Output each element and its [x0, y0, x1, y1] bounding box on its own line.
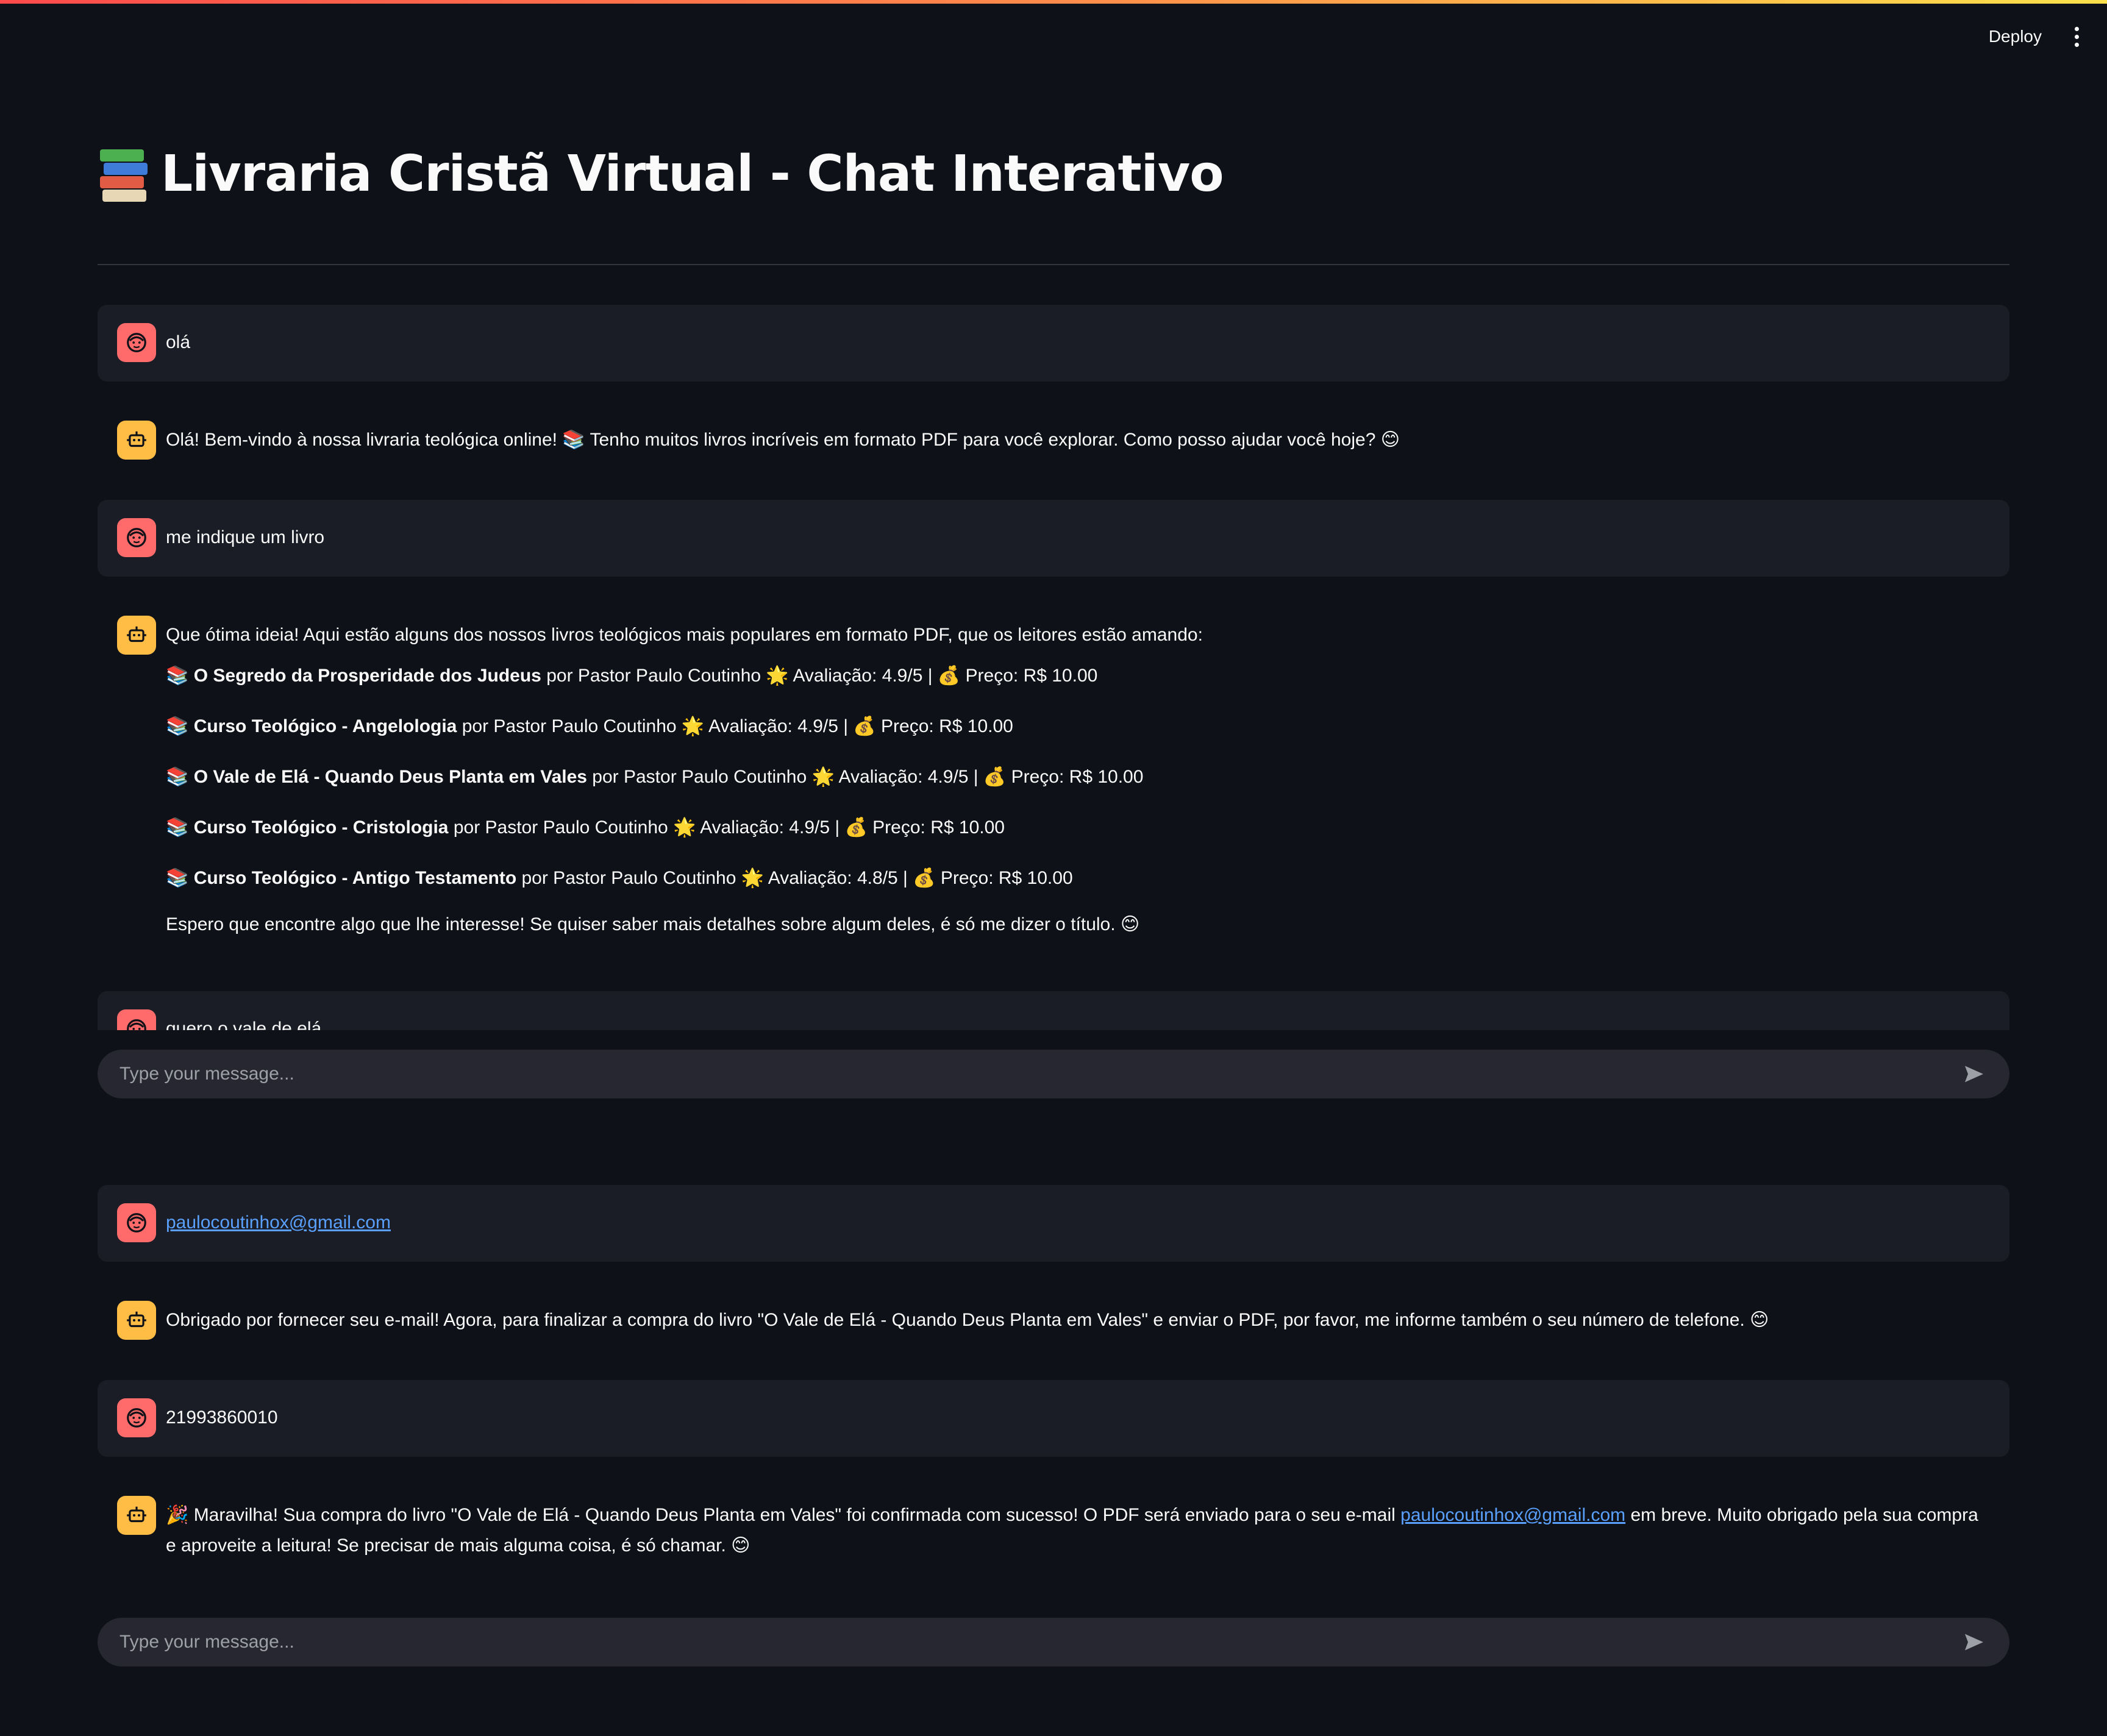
- user-avatar-icon: [117, 1009, 156, 1030]
- email-link[interactable]: paulocoutinhox@gmail.com: [166, 1212, 391, 1233]
- user-avatar-icon: [117, 1398, 156, 1437]
- book-title: O Segredo da Prosperidade dos Judeus: [193, 666, 541, 686]
- page-title-row: Livraria Cristã Virtual - Chat Interativ…: [98, 135, 1224, 212]
- user-avatar-icon: [117, 518, 156, 557]
- message-paragraph: Espero que encontre algo que lhe interes…: [166, 914, 1140, 934]
- header-toolbar: Deploy: [1983, 18, 2085, 55]
- message-input[interactable]: [118, 1063, 1956, 1085]
- message-text: paulocoutinhox@gmail.com: [166, 1203, 391, 1243]
- message-text: 🎉 Maravilha! Sua compra do livro "O Vale…: [166, 1496, 1990, 1567]
- book-details: por Pastor Paulo Coutinho 🌟 Avaliação: 4…: [448, 817, 1005, 838]
- book-title: Curso Teológico - Cristologia: [193, 817, 449, 838]
- message-text: olá: [166, 332, 191, 352]
- more-menu-icon[interactable]: [2069, 23, 2085, 51]
- message-segment: 🎉 Maravilha! Sua compra do livro "O Vale…: [166, 1505, 1401, 1525]
- chat-message-user: quero o vale de elá: [98, 991, 2009, 1030]
- send-icon[interactable]: [1956, 1056, 1992, 1092]
- message-text: me indique um livro: [166, 527, 325, 547]
- message-text: 21993860010: [166, 1407, 278, 1428]
- assistant-avatar-icon: [117, 616, 156, 655]
- send-icon[interactable]: [1956, 1624, 1992, 1660]
- book-recommendation: 📚 Curso Teológico - Antigo Testamento po…: [166, 868, 1073, 888]
- chat-input-bar: [98, 1618, 2009, 1667]
- chat-message-user: olá: [98, 305, 2009, 382]
- chat-message-user: paulocoutinhox@gmail.com: [98, 1185, 2009, 1262]
- assistant-avatar-icon: [117, 1496, 156, 1535]
- book-recommendation: 📚 O Segredo da Prosperidade dos Judeus p…: [166, 666, 1098, 686]
- message-input[interactable]: [118, 1631, 1956, 1653]
- book-title: O Vale de Elá - Quando Deus Planta em Va…: [193, 767, 587, 787]
- assistant-avatar-icon: [117, 421, 156, 460]
- book-title: Curso Teológico - Antigo Testamento: [193, 868, 517, 888]
- page-title: Livraria Cristã Virtual - Chat Interativ…: [161, 144, 1224, 203]
- chat-message-user: me indique um livro: [98, 500, 2009, 577]
- title-divider: [98, 264, 2009, 265]
- book-recommendation: 📚 Curso Teológico - Cristologia por Past…: [166, 817, 1005, 838]
- chat-message-assistant: Obrigado por fornecer seu e-mail! Agora,…: [98, 1282, 2009, 1359]
- user-avatar-icon: [117, 1203, 156, 1242]
- book-details: por Pastor Paulo Coutinho 🌟 Avaliação: 4…: [541, 666, 1098, 686]
- assistant-avatar-icon: [117, 1301, 156, 1340]
- message-paragraph: Que ótima ideia! Aqui estão alguns dos n…: [166, 625, 1203, 645]
- deploy-button[interactable]: Deploy: [1983, 22, 2048, 51]
- scroll-viewport-edge: quero o vale de elá: [98, 991, 2009, 1030]
- book-details: por Pastor Paulo Coutinho 🌟 Avaliação: 4…: [457, 716, 1013, 736]
- email-link[interactable]: paulocoutinhox@gmail.com: [1400, 1505, 1625, 1525]
- book-details: por Pastor Paulo Coutinho 🌟 Avaliação: 4…: [516, 868, 1073, 888]
- message-text: quero o vale de elá: [166, 1019, 322, 1030]
- book-recommendation: 📚 O Vale de Elá - Quando Deus Planta em …: [166, 767, 1144, 787]
- top-decoration-bar: [0, 0, 2107, 4]
- chat-message-assistant: Que ótima ideia! Aqui estão alguns dos n…: [98, 597, 2009, 963]
- books-icon: [98, 144, 149, 203]
- book-title: Curso Teológico - Angelologia: [193, 716, 457, 736]
- chat-message-assistant: Olá! Bem-vindo à nossa livraria teológic…: [98, 402, 2009, 479]
- chat-message-user: 21993860010: [98, 1380, 2009, 1457]
- message-text: Obrigado por fornecer seu e-mail! Agora,…: [166, 1310, 1769, 1330]
- book-details: por Pastor Paulo Coutinho 🌟 Avaliação: 4…: [586, 767, 1144, 787]
- message-text: Que ótima ideia! Aqui estão alguns dos n…: [166, 616, 1203, 945]
- book-recommendation: 📚 Curso Teológico - Angelologia por Past…: [166, 716, 1013, 736]
- chat-message-assistant: 🎉 Maravilha! Sua compra do livro "O Vale…: [98, 1478, 2009, 1585]
- user-avatar-icon: [117, 323, 156, 362]
- chat-input-bar: [98, 1050, 2009, 1098]
- message-text: Olá! Bem-vindo à nossa livraria teológic…: [166, 430, 1400, 450]
